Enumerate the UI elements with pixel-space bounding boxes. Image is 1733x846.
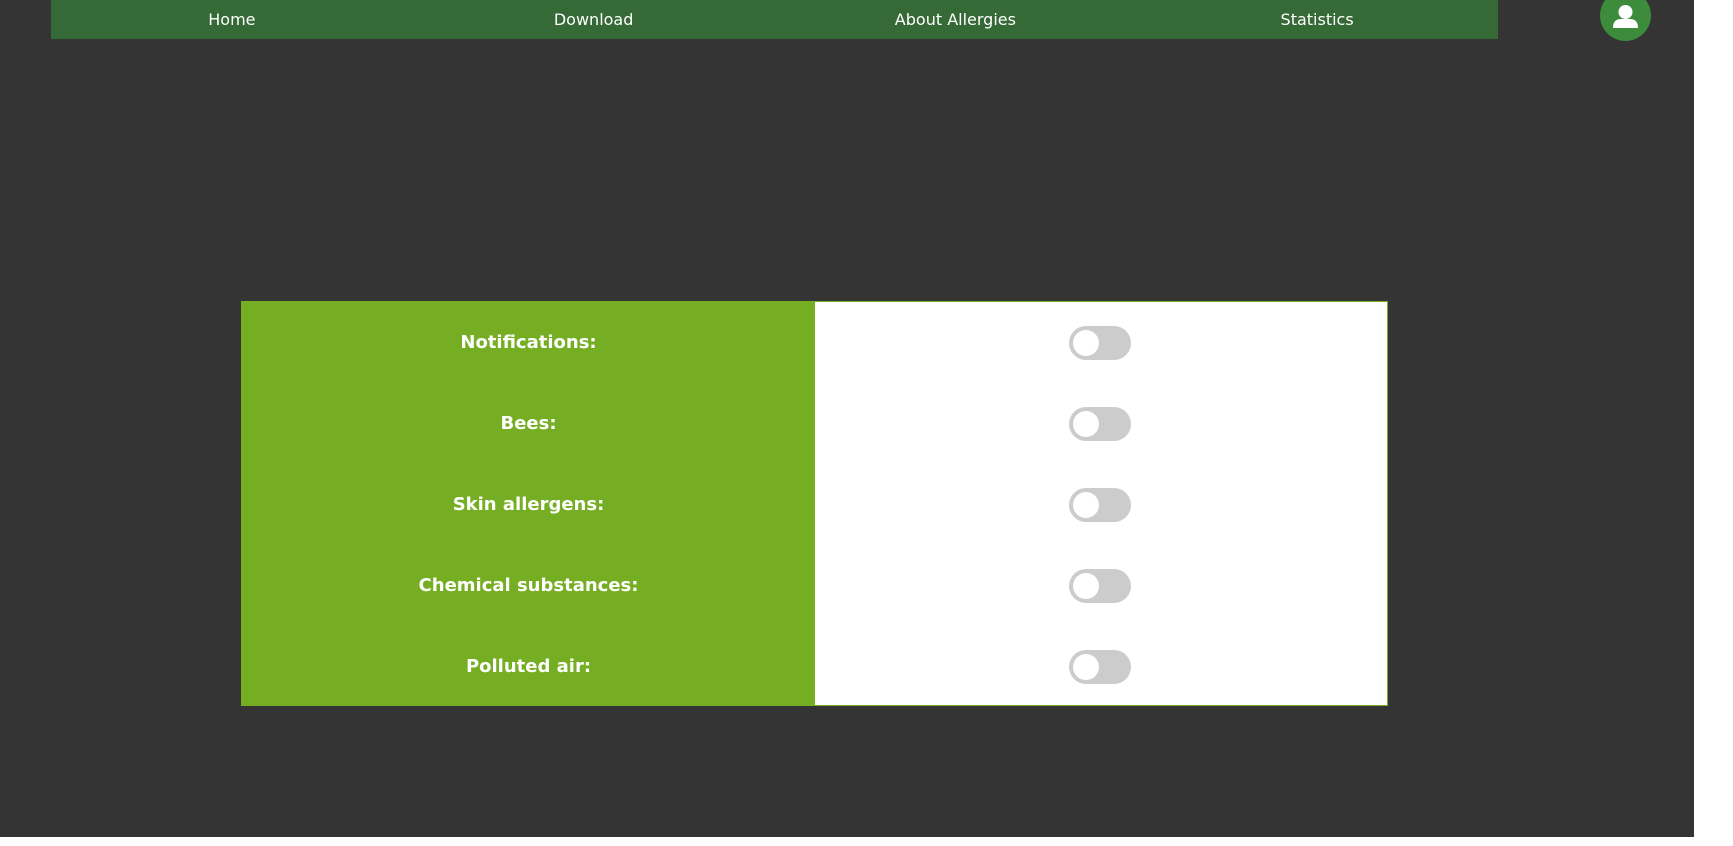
user-avatar-button[interactable]: [1600, 0, 1651, 41]
notifications-toggle[interactable]: [1068, 325, 1131, 360]
toggle-knob: [1072, 329, 1099, 356]
bees-label: Bees:: [500, 413, 557, 434]
settings-row-label: Skin allergens:: [242, 464, 815, 545]
settings-row-toggle: [815, 545, 1387, 626]
polluted-air-label: Polluted air:: [465, 656, 592, 677]
bees-toggle[interactable]: [1068, 406, 1131, 441]
settings-toggle-column: [815, 302, 1387, 705]
user-icon: [1613, 5, 1638, 28]
skin-allergens-label: Skin allergens:: [452, 494, 605, 515]
nav-item-download[interactable]: Download: [413, 6, 775, 34]
settings-label-column: Notifications: Bees: Skin allergens: Che…: [242, 302, 815, 705]
app-background: Home Download About Allergies Statistics…: [0, 0, 1694, 837]
toggle-knob: [1072, 653, 1099, 680]
chemical-substances-toggle[interactable]: [1068, 568, 1131, 603]
settings-row-toggle: [815, 626, 1387, 707]
notifications-label: Notifications:: [460, 332, 597, 353]
top-navbar: Home Download About Allergies Statistics: [51, 0, 1498, 39]
toggle-knob: [1072, 572, 1099, 599]
skin-allergens-toggle[interactable]: [1068, 487, 1131, 522]
nav-item-home[interactable]: Home: [51, 6, 413, 34]
nav-item-statistics[interactable]: Statistics: [1136, 6, 1498, 34]
toggle-knob: [1072, 410, 1099, 437]
toggle-knob: [1072, 491, 1099, 518]
nav-item-about-allergies[interactable]: About Allergies: [775, 6, 1137, 34]
settings-row-label: Bees:: [242, 383, 815, 464]
settings-row-toggle: [815, 383, 1387, 464]
chemical-substances-label: Chemical substances:: [418, 575, 639, 596]
polluted-air-toggle[interactable]: [1068, 649, 1131, 684]
settings-row-label: Notifications:: [242, 302, 815, 383]
settings-row-toggle: [815, 302, 1387, 383]
settings-row-toggle: [815, 464, 1387, 545]
settings-row-label: Chemical substances:: [242, 545, 815, 626]
allergy-settings-table: Notifications: Bees: Skin allergens: Che…: [241, 301, 1388, 706]
settings-row-label: Polluted air:: [242, 626, 815, 707]
